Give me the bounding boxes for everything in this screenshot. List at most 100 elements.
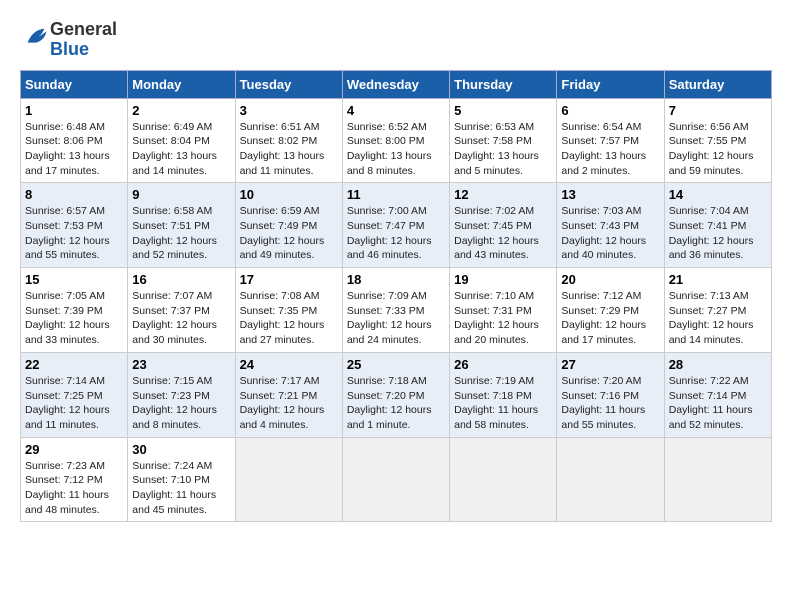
calendar-cell: 8Sunrise: 6:57 AM Sunset: 7:53 PM Daylig… (21, 183, 128, 268)
calendar-cell: 30 Sunrise: 7:24 AM Sunset: 7:10 PM Dayli… (128, 437, 235, 522)
day-info: Sunrise: 7:00 AM Sunset: 7:47 PM Dayligh… (347, 204, 445, 263)
col-header-wednesday: Wednesday (342, 70, 449, 98)
day-number: 7 (669, 103, 767, 118)
logo-general: General (50, 20, 117, 40)
day-info: Sunrise: 7:15 AM Sunset: 7:23 PM Dayligh… (132, 374, 230, 433)
day-info: Sunrise: 6:53 AM Sunset: 7:58 PM Dayligh… (454, 120, 552, 179)
day-info: Sunrise: 6:52 AM Sunset: 8:00 PM Dayligh… (347, 120, 445, 179)
calendar-cell: 21 Sunrise: 7:13 AM Sunset: 7:27 PM Dayli… (664, 268, 771, 353)
calendar-cell: 28 Sunrise: 7:22 AM Sunset: 7:14 PM Dayli… (664, 352, 771, 437)
calendar-cell: 2 Sunrise: 6:49 AM Sunset: 8:04 PM Daylig… (128, 98, 235, 183)
day-number: 16 (132, 272, 230, 287)
logo: General Blue (20, 20, 117, 60)
day-info: Sunrise: 7:24 AM Sunset: 7:10 PM Dayligh… (132, 459, 230, 518)
day-number: 23 (132, 357, 230, 372)
calendar-cell: 20Sunrise: 7:12 AM Sunset: 7:29 PM Dayli… (557, 268, 664, 353)
day-number: 5 (454, 103, 552, 118)
day-number: 14 (669, 187, 767, 202)
calendar-week-row: 15 Sunrise: 7:05 AM Sunset: 7:39 PM Dayli… (21, 268, 772, 353)
day-info: Sunrise: 6:57 AM Sunset: 7:53 PM Dayligh… (25, 204, 123, 263)
calendar-cell: 13 Sunrise: 7:03 AM Sunset: 7:43 PM Dayli… (557, 183, 664, 268)
calendar-week-row: 29 Sunrise: 7:23 AM Sunset: 7:12 PM Dayli… (21, 437, 772, 522)
calendar-cell: 18 Sunrise: 7:09 AM Sunset: 7:33 PM Dayli… (342, 268, 449, 353)
day-number: 26 (454, 357, 552, 372)
day-info: Sunrise: 7:09 AM Sunset: 7:33 PM Dayligh… (347, 289, 445, 348)
day-info: Sunrise: 7:22 AM Sunset: 7:14 PM Dayligh… (669, 374, 767, 433)
day-number: 25 (347, 357, 445, 372)
day-info: Sunrise: 7:23 AM Sunset: 7:12 PM Dayligh… (25, 459, 123, 518)
day-info: Sunrise: 7:20 AM Sunset: 7:16 PM Dayligh… (561, 374, 659, 433)
day-info: Sunrise: 7:04 AM Sunset: 7:41 PM Dayligh… (669, 204, 767, 263)
day-info: Sunrise: 6:49 AM Sunset: 8:04 PM Dayligh… (132, 120, 230, 179)
calendar-cell (342, 437, 449, 522)
day-info: Sunrise: 7:14 AM Sunset: 7:25 PM Dayligh… (25, 374, 123, 433)
day-number: 11 (347, 187, 445, 202)
calendar-cell: 24 Sunrise: 7:17 AM Sunset: 7:21 PM Dayli… (235, 352, 342, 437)
day-info: Sunrise: 7:18 AM Sunset: 7:20 PM Dayligh… (347, 374, 445, 433)
day-number: 13 (561, 187, 659, 202)
calendar-cell: 4Sunrise: 6:52 AM Sunset: 8:00 PM Daylig… (342, 98, 449, 183)
col-header-thursday: Thursday (450, 70, 557, 98)
day-number: 10 (240, 187, 338, 202)
calendar-cell: 5 Sunrise: 6:53 AM Sunset: 7:58 PM Daylig… (450, 98, 557, 183)
day-info: Sunrise: 7:08 AM Sunset: 7:35 PM Dayligh… (240, 289, 338, 348)
day-number: 24 (240, 357, 338, 372)
calendar-cell: 1Sunrise: 6:48 AM Sunset: 8:06 PM Daylig… (21, 98, 128, 183)
day-info: Sunrise: 7:13 AM Sunset: 7:27 PM Dayligh… (669, 289, 767, 348)
calendar-cell (664, 437, 771, 522)
day-number: 17 (240, 272, 338, 287)
day-info: Sunrise: 6:56 AM Sunset: 7:55 PM Dayligh… (669, 120, 767, 179)
calendar-cell: 7 Sunrise: 6:56 AM Sunset: 7:55 PM Daylig… (664, 98, 771, 183)
calendar-header-row: SundayMondayTuesdayWednesdayThursdayFrid… (21, 70, 772, 98)
day-number: 12 (454, 187, 552, 202)
logo-text: General Blue (50, 20, 117, 60)
col-header-monday: Monday (128, 70, 235, 98)
day-number: 15 (25, 272, 123, 287)
day-info: Sunrise: 7:05 AM Sunset: 7:39 PM Dayligh… (25, 289, 123, 348)
calendar-cell: 26 Sunrise: 7:19 AM Sunset: 7:18 PM Dayli… (450, 352, 557, 437)
calendar-cell: 6 Sunrise: 6:54 AM Sunset: 7:57 PM Daylig… (557, 98, 664, 183)
logo-bird-icon (22, 23, 50, 51)
calendar-cell: 25 Sunrise: 7:18 AM Sunset: 7:20 PM Dayli… (342, 352, 449, 437)
day-number: 21 (669, 272, 767, 287)
day-number: 29 (25, 442, 123, 457)
calendar-cell: 9 Sunrise: 6:58 AM Sunset: 7:51 PM Daylig… (128, 183, 235, 268)
day-number: 6 (561, 103, 659, 118)
day-number: 22 (25, 357, 123, 372)
calendar-cell: 16Sunrise: 7:07 AM Sunset: 7:37 PM Dayli… (128, 268, 235, 353)
day-info: Sunrise: 6:48 AM Sunset: 8:06 PM Dayligh… (25, 120, 123, 179)
day-info: Sunrise: 7:19 AM Sunset: 7:18 PM Dayligh… (454, 374, 552, 433)
calendar-cell (557, 437, 664, 522)
day-info: Sunrise: 6:58 AM Sunset: 7:51 PM Dayligh… (132, 204, 230, 263)
calendar-week-row: 8Sunrise: 6:57 AM Sunset: 7:53 PM Daylig… (21, 183, 772, 268)
calendar-cell: 12 Sunrise: 7:02 AM Sunset: 7:45 PM Dayli… (450, 183, 557, 268)
calendar-cell: 10 Sunrise: 6:59 AM Sunset: 7:49 PM Dayli… (235, 183, 342, 268)
day-info: Sunrise: 6:54 AM Sunset: 7:57 PM Dayligh… (561, 120, 659, 179)
day-number: 28 (669, 357, 767, 372)
day-info: Sunrise: 7:10 AM Sunset: 7:31 PM Dayligh… (454, 289, 552, 348)
day-number: 9 (132, 187, 230, 202)
calendar-cell (450, 437, 557, 522)
day-number: 27 (561, 357, 659, 372)
day-info: Sunrise: 6:59 AM Sunset: 7:49 PM Dayligh… (240, 204, 338, 263)
col-header-saturday: Saturday (664, 70, 771, 98)
day-info: Sunrise: 7:03 AM Sunset: 7:43 PM Dayligh… (561, 204, 659, 263)
day-info: Sunrise: 7:17 AM Sunset: 7:21 PM Dayligh… (240, 374, 338, 433)
day-info: Sunrise: 6:51 AM Sunset: 8:02 PM Dayligh… (240, 120, 338, 179)
day-number: 20 (561, 272, 659, 287)
logo-blue: Blue (50, 40, 117, 60)
day-info: Sunrise: 7:02 AM Sunset: 7:45 PM Dayligh… (454, 204, 552, 263)
day-number: 18 (347, 272, 445, 287)
calendar-cell (235, 437, 342, 522)
calendar-cell: 22 Sunrise: 7:14 AM Sunset: 7:25 PM Dayli… (21, 352, 128, 437)
calendar-cell: 14 Sunrise: 7:04 AM Sunset: 7:41 PM Dayli… (664, 183, 771, 268)
calendar-cell: 27 Sunrise: 7:20 AM Sunset: 7:16 PM Dayli… (557, 352, 664, 437)
day-number: 19 (454, 272, 552, 287)
col-header-tuesday: Tuesday (235, 70, 342, 98)
calendar-week-row: 1Sunrise: 6:48 AM Sunset: 8:06 PM Daylig… (21, 98, 772, 183)
day-number: 3 (240, 103, 338, 118)
day-number: 30 (132, 442, 230, 457)
day-number: 2 (132, 103, 230, 118)
calendar-cell: 3 Sunrise: 6:51 AM Sunset: 8:02 PM Daylig… (235, 98, 342, 183)
calendar-table: SundayMondayTuesdayWednesdayThursdayFrid… (20, 70, 772, 523)
